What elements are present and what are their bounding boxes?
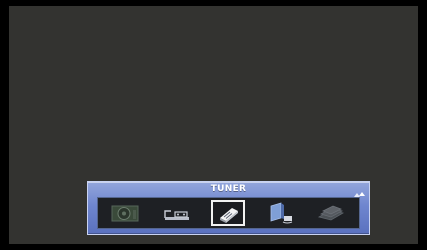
source-item-tuner[interactable] xyxy=(211,200,246,226)
source-menu-panel: TUNER xyxy=(87,181,370,235)
menu-title: TUNER xyxy=(210,184,247,194)
source-item-video-deck[interactable] xyxy=(160,200,194,226)
source-icon-strip xyxy=(97,197,360,229)
video-deck-icon xyxy=(164,210,190,220)
media-stack-icon xyxy=(318,205,345,221)
tuner-icon xyxy=(220,208,239,223)
network-media-icon xyxy=(270,202,293,224)
disc-player-icon xyxy=(111,205,139,222)
source-item-network-media[interactable] xyxy=(263,200,297,226)
source-item-disc-player[interactable] xyxy=(109,200,143,226)
scroll-arrows-icon[interactable] xyxy=(353,184,365,197)
source-item-media-stack[interactable] xyxy=(314,200,348,226)
